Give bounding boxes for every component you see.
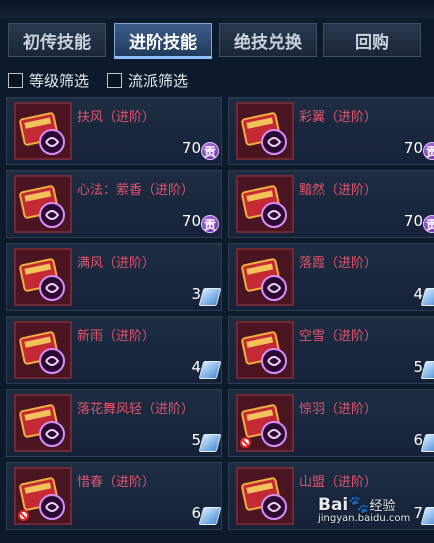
skill-book-icon <box>236 467 294 525</box>
skill-name: 惜春（进阶） <box>77 475 156 490</box>
book-currency-icon <box>198 288 222 306</box>
skill-card[interactable]: 惊羽（进阶） 6 <box>228 389 434 457</box>
skill-card[interactable]: 满风（进阶） 3 <box>6 243 222 311</box>
skill-book-icon <box>236 248 294 306</box>
skill-book-icon <box>14 248 72 306</box>
skill-card[interactable]: 黯然（进阶） 70 贡 <box>228 170 434 238</box>
locked-icon <box>240 437 251 448</box>
skill-book-icon <box>14 175 72 233</box>
skill-name: 扶风（进阶） <box>77 110 156 125</box>
book-currency-icon <box>198 361 222 379</box>
level-filter-checkbox[interactable] <box>8 72 23 88</box>
tab-advanced-skills[interactable]: 进阶技能 <box>114 23 212 59</box>
level-filter[interactable]: 等级筛选 <box>8 68 89 92</box>
skill-price: 70 <box>181 212 201 230</box>
watermark-brand: Bai <box>318 495 349 515</box>
contribution-currency-icon: 贡 <box>423 142 434 160</box>
skill-name: 彩翼（进阶） <box>299 110 378 125</box>
skill-name: 新雨（进阶） <box>77 329 156 344</box>
level-filter-label: 等级筛选 <box>29 71 90 90</box>
school-filter-label: 流派筛选 <box>128 71 189 90</box>
skill-book-icon <box>14 321 72 379</box>
watermark-brand2: 经验 <box>369 499 396 514</box>
skill-price: 70 <box>403 139 423 157</box>
skill-book-icon <box>14 394 72 452</box>
skill-name: 满风（进阶） <box>77 256 156 271</box>
skill-name: 落霞（进阶） <box>299 256 378 271</box>
skill-card[interactable]: 落花舞风轻（进阶） 5 <box>6 389 222 457</box>
skill-price: 70 <box>403 212 423 230</box>
skill-name: 心法：萦香（进阶） <box>77 183 195 198</box>
school-filter-checkbox[interactable] <box>107 72 123 88</box>
skill-book-icon <box>236 321 294 379</box>
skill-name: 黯然（进阶） <box>299 183 378 198</box>
skill-card[interactable]: 扶风（进阶） 70 贡 <box>6 97 222 165</box>
skill-name: 空雪（进阶） <box>299 329 378 344</box>
skill-book-icon <box>236 102 294 160</box>
contribution-currency-icon: 贡 <box>201 215 219 233</box>
tab-buyback[interactable]: 回购 <box>323 23 421 57</box>
skill-name: 山盟（进阶） <box>299 475 378 490</box>
filter-row: 等级筛选 流派筛选 <box>8 68 188 92</box>
contribution-currency-icon: 贡 <box>423 215 434 233</box>
skill-card[interactable]: 惜春（进阶） 6 <box>6 462 222 530</box>
skill-card[interactable]: 心法：萦香（进阶） 70 贡 <box>6 170 222 238</box>
skill-name: 惊羽（进阶） <box>299 402 378 417</box>
tab-basic-skills[interactable]: 初传技能 <box>8 23 106 57</box>
skill-book-icon <box>14 102 72 160</box>
skill-card[interactable]: 落霞（进阶） 4 <box>228 243 434 311</box>
skill-card[interactable]: 彩翼（进阶） 70 贡 <box>228 97 434 165</box>
book-currency-icon <box>198 507 222 525</box>
skill-book-icon <box>14 467 72 525</box>
watermark-url: jingyan.baidu.com <box>318 513 411 524</box>
school-filter[interactable]: 流派筛选 <box>107 68 188 92</box>
skill-card[interactable]: 空雪（进阶） 5 <box>228 316 434 384</box>
book-currency-icon <box>198 434 222 452</box>
skill-price: 70 <box>181 139 201 157</box>
skill-card[interactable]: 新雨（进阶） 4 <box>6 316 222 384</box>
tab-ultimate-exchange[interactable]: 绝技兑换 <box>219 23 317 57</box>
skill-book-icon <box>236 394 294 452</box>
skill-name: 落花舞风轻（进阶） <box>77 402 195 417</box>
baidu-watermark: Bai🐾经验 jingyan.baidu.com <box>318 495 411 524</box>
locked-icon <box>18 510 29 521</box>
skill-book-icon <box>236 175 294 233</box>
contribution-currency-icon: 贡 <box>201 142 219 160</box>
tab-bar: 初传技能 进阶技能 绝技兑换 回购 <box>0 18 434 60</box>
window-top-strip <box>0 0 434 18</box>
